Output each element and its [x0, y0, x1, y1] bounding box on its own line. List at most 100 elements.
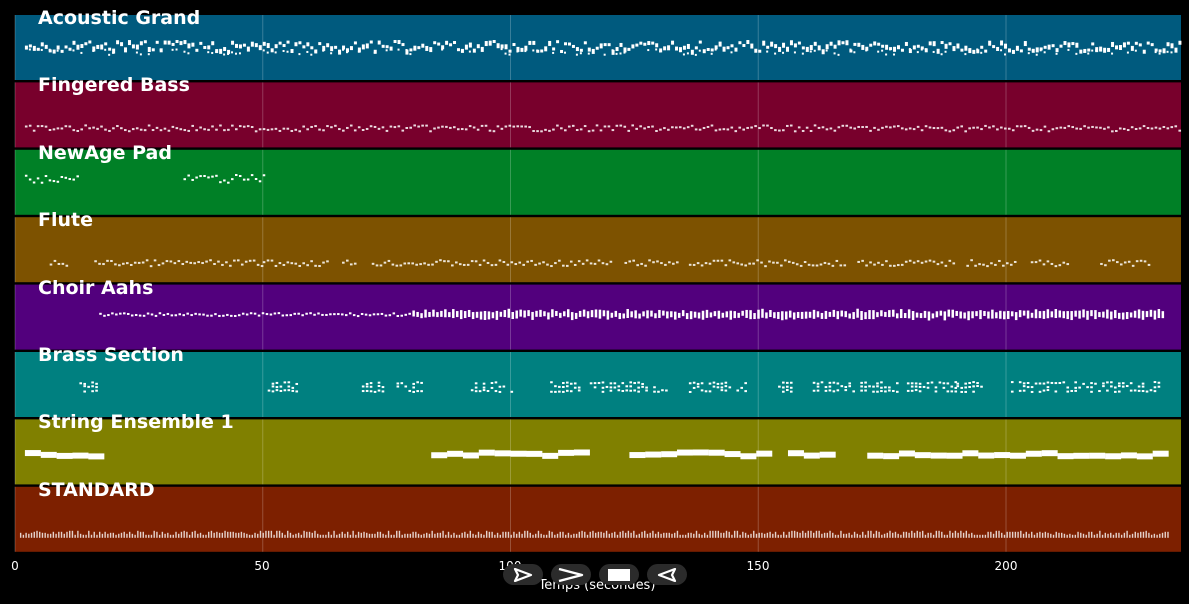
note — [494, 390, 498, 393]
note — [221, 532, 224, 538]
note — [420, 313, 423, 319]
note — [1018, 310, 1022, 318]
note — [950, 390, 954, 393]
note — [1007, 127, 1011, 130]
note — [466, 533, 469, 538]
note — [124, 129, 127, 132]
note — [674, 532, 676, 538]
note — [419, 263, 422, 266]
note — [1117, 385, 1121, 388]
note — [135, 51, 138, 54]
note — [828, 389, 832, 392]
note — [155, 40, 159, 44]
note — [784, 259, 787, 262]
note — [1120, 452, 1137, 459]
rewind-button[interactable] — [647, 564, 687, 585]
note — [974, 264, 977, 267]
note — [504, 125, 508, 128]
note — [1111, 52, 1114, 55]
note — [64, 45, 68, 49]
note — [658, 309, 661, 318]
note — [455, 534, 458, 538]
note — [518, 531, 521, 538]
note — [183, 40, 187, 45]
note — [725, 311, 729, 318]
note — [104, 48, 107, 51]
note — [979, 534, 981, 538]
note — [1146, 41, 1150, 45]
note — [803, 261, 807, 264]
note — [877, 50, 880, 53]
note — [298, 130, 302, 133]
note — [593, 262, 597, 265]
note — [1010, 381, 1014, 384]
note — [755, 533, 758, 538]
note — [437, 126, 440, 129]
note — [153, 259, 157, 262]
play-button[interactable] — [503, 564, 543, 585]
note — [924, 260, 928, 263]
note — [1019, 49, 1023, 53]
note — [633, 530, 635, 538]
note — [660, 533, 662, 538]
note — [492, 40, 496, 44]
note — [978, 263, 981, 266]
note — [1051, 128, 1055, 131]
stop-button[interactable] — [599, 564, 639, 585]
note — [1004, 43, 1008, 49]
note — [528, 40, 532, 45]
note — [466, 263, 470, 266]
note — [1159, 533, 1161, 538]
note — [61, 262, 65, 265]
note — [746, 126, 749, 129]
note — [948, 42, 952, 46]
note — [1058, 264, 1062, 267]
note — [651, 41, 655, 45]
note — [244, 260, 248, 263]
note — [1099, 530, 1101, 538]
note — [644, 530, 646, 538]
note — [635, 127, 638, 130]
note — [791, 261, 795, 264]
note — [848, 532, 850, 538]
note — [195, 129, 198, 132]
note — [740, 453, 757, 460]
note — [1107, 533, 1109, 538]
note — [94, 260, 97, 263]
note — [1055, 48, 1059, 53]
note — [1140, 531, 1142, 538]
note — [810, 530, 812, 538]
note — [601, 390, 605, 393]
note — [1129, 534, 1131, 538]
note — [254, 178, 258, 181]
note — [1035, 47, 1039, 53]
note — [744, 532, 747, 538]
note — [1063, 126, 1067, 129]
note — [1079, 49, 1083, 54]
note — [832, 532, 834, 538]
note — [556, 40, 560, 44]
note — [1112, 259, 1115, 262]
note — [942, 382, 946, 385]
note — [952, 46, 956, 52]
note — [76, 44, 80, 50]
note — [1090, 531, 1093, 538]
note — [1050, 311, 1054, 318]
note — [773, 312, 776, 319]
note — [690, 49, 694, 55]
note — [369, 40, 373, 44]
note — [409, 48, 413, 52]
note — [123, 531, 125, 538]
note — [1006, 310, 1010, 319]
note — [968, 49, 971, 52]
note — [495, 310, 499, 320]
note — [922, 530, 924, 538]
note — [714, 48, 717, 51]
note — [474, 390, 478, 393]
note — [254, 532, 256, 538]
fast-forward-button[interactable] — [551, 564, 591, 585]
note — [903, 313, 907, 319]
note — [1174, 125, 1178, 128]
note — [601, 386, 605, 389]
note — [785, 124, 789, 127]
